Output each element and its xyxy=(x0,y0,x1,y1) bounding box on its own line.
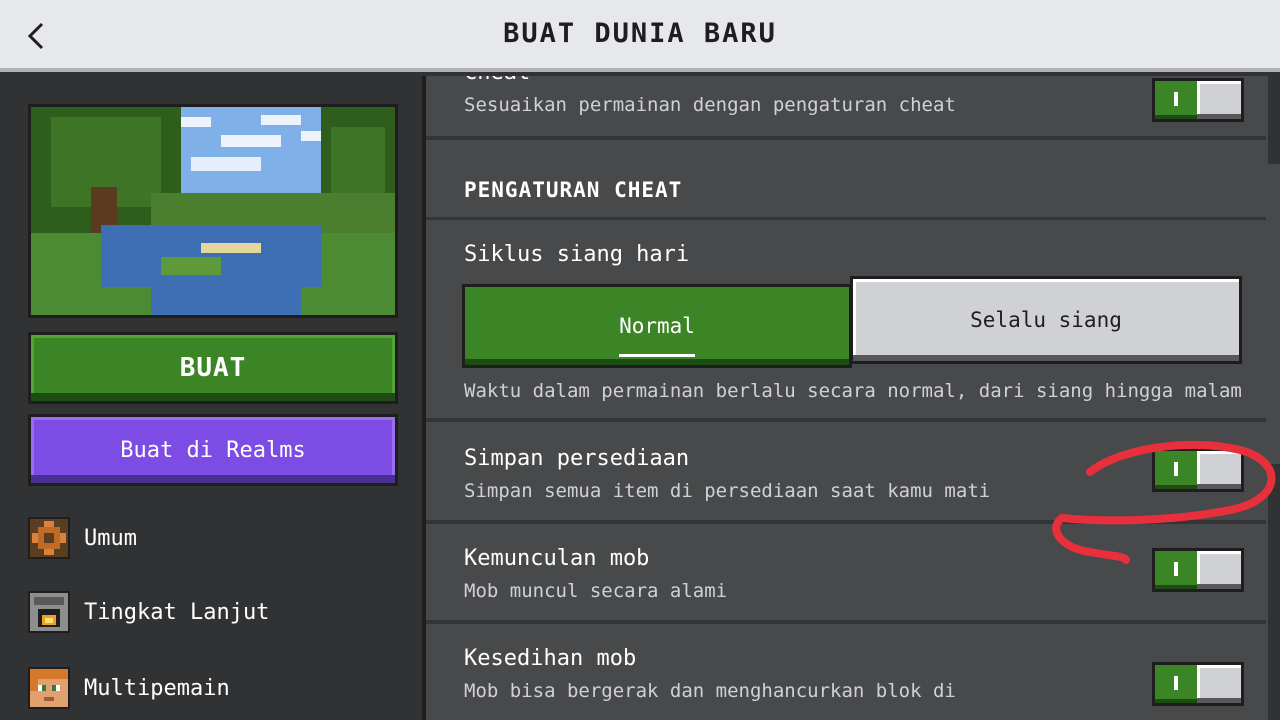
keep-inventory-toggle[interactable] xyxy=(1152,448,1244,492)
option-normal-label: Normal xyxy=(619,314,695,338)
selected-underline xyxy=(619,354,695,357)
nav-label-general: Umum xyxy=(84,525,137,551)
option-always-day-label: Selalu siang xyxy=(970,308,1122,332)
create-button[interactable]: BUAT xyxy=(28,332,398,404)
setting-row-cheat: Cheat Sesuaikan permainan dengan pengatu… xyxy=(426,76,1266,140)
setting-desc: Mob muncul secara alami xyxy=(464,580,728,602)
setting-title: Simpan persediaan xyxy=(464,446,690,471)
nav-item-general[interactable]: Umum xyxy=(28,514,398,562)
world-preview-image xyxy=(28,104,398,318)
create-button-label: BUAT xyxy=(179,353,247,383)
setting-title: Kesedihan mob xyxy=(464,646,637,671)
setting-title: Kemunculan mob xyxy=(464,546,650,571)
setting-title: Cheat xyxy=(464,76,530,85)
nav-item-advanced[interactable]: Tingkat Lanjut xyxy=(28,588,398,636)
day-cycle-desc: Waktu dalam permainan berlalu secara nor… xyxy=(464,380,1242,402)
setting-desc: Simpan semua item di persediaan saat kam… xyxy=(464,480,991,502)
world-preview-landscape xyxy=(31,107,395,315)
setting-row-mob-griefing: Kesedihan mob Mob bisa bergerak dan meng… xyxy=(426,628,1266,720)
player-face-icon xyxy=(28,667,70,709)
section-header-cheat-settings: PENGATURAN CHEAT xyxy=(464,178,683,202)
left-panel: BUAT Buat di Realms Umum Tingkat Lanjut … xyxy=(0,76,426,720)
realms-button-label: Buat di Realms xyxy=(120,437,306,463)
day-cycle-option-normal[interactable]: Normal xyxy=(462,284,852,368)
nav-label-multiplayer: Multipemain xyxy=(84,675,230,701)
day-cycle-title: Siklus siang hari xyxy=(464,242,690,267)
setting-row-keep-inventory: Simpan persediaan Simpan semua item di p… xyxy=(426,426,1266,524)
title-bar: BUAT DUNIA BARU xyxy=(0,0,1280,72)
setting-row-day-cycle: Siklus siang hari Normal Selalu siang Wa… xyxy=(426,222,1266,422)
setting-row-mob-spawning: Kemunculan mob Mob muncul secara alami xyxy=(426,528,1266,624)
nav-item-multiplayer[interactable]: Multipemain xyxy=(28,664,398,712)
setting-desc: Mob bisa bergerak dan menghancurkan blok… xyxy=(464,680,956,702)
setting-desc: Sesuaikan permainan dengan pengaturan ch… xyxy=(464,94,956,116)
day-cycle-option-always-day[interactable]: Selalu siang xyxy=(850,276,1242,364)
nav-label-advanced: Tingkat Lanjut xyxy=(84,599,270,625)
settings-panel[interactable]: Cheat Sesuaikan permainan dengan pengatu… xyxy=(426,76,1280,720)
furnace-icon xyxy=(28,591,70,633)
cheat-toggle[interactable] xyxy=(1152,78,1244,122)
section-header-band: PENGATURAN CHEAT xyxy=(426,140,1266,220)
create-in-realms-button[interactable]: Buat di Realms xyxy=(28,414,398,486)
page-title: BUAT DUNIA BARU xyxy=(503,18,777,49)
mob-spawning-toggle[interactable] xyxy=(1152,548,1244,592)
mob-griefing-toggle[interactable] xyxy=(1152,662,1244,706)
gear-icon xyxy=(28,517,70,559)
scrollbar-thumb[interactable] xyxy=(1268,164,1280,464)
